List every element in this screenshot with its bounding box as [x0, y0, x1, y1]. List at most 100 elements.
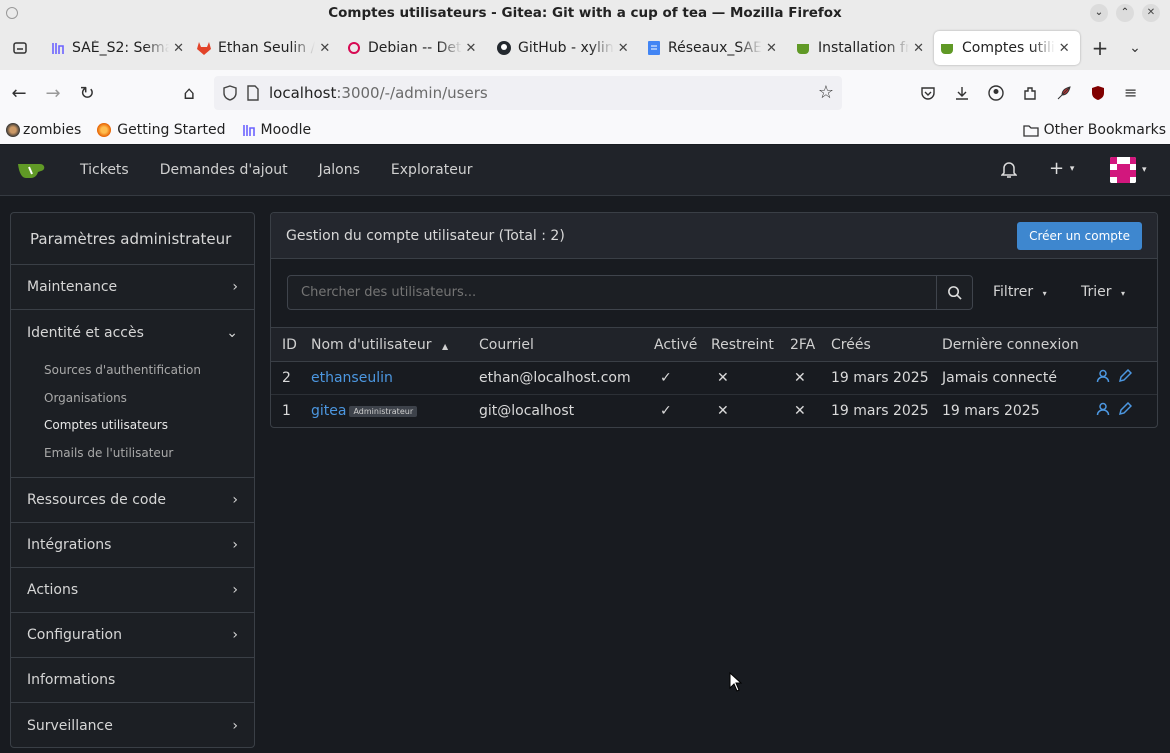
- extensions-icon[interactable]: [1022, 85, 1038, 101]
- tab-debian[interactable]: Debian -- Det ✕: [340, 31, 490, 65]
- impersonate-user-icon[interactable]: [1096, 402, 1110, 416]
- home-icon[interactable]: ⌂: [172, 76, 206, 110]
- create-plus-icon[interactable]: + ▾: [1049, 158, 1074, 179]
- username-cell: gitea Administrateur: [305, 394, 473, 427]
- sidebar-item-label: Maintenance: [27, 279, 118, 295]
- edit-pencil-icon[interactable]: [1118, 369, 1132, 383]
- url-text[interactable]: localhost:3000/-/admin/users: [269, 84, 488, 102]
- close-window-icon[interactable]: ✕: [1142, 4, 1160, 22]
- ublock-icon[interactable]: [1090, 85, 1106, 101]
- window-menu-icon[interactable]: [6, 7, 18, 19]
- url-bar[interactable]: localhost:3000/-/admin/users ☆: [214, 76, 842, 110]
- page-info-icon[interactable]: [246, 85, 260, 101]
- col-created[interactable]: Créés: [825, 327, 936, 362]
- downloads-icon[interactable]: [954, 85, 970, 101]
- bookmark-getting-started[interactable]: Getting Started: [97, 122, 226, 138]
- window-titlebar: Comptes utilisateurs - Gitea: Git with a…: [0, 0, 1170, 26]
- edit-pencil-icon[interactable]: [1118, 402, 1132, 416]
- forward-icon[interactable]: →: [36, 76, 70, 110]
- impersonate-user-icon[interactable]: [1096, 369, 1110, 383]
- sidebar-subitem-user-accounts[interactable]: Comptes utilisateurs: [11, 412, 254, 440]
- gitea-logo-icon[interactable]: [16, 161, 48, 179]
- pocket-icon[interactable]: [920, 85, 936, 101]
- other-bookmarks-label: Other Bookmarks: [1043, 122, 1166, 138]
- nav-tickets[interactable]: Tickets: [80, 162, 129, 178]
- tab-overflow-chevron-icon[interactable]: ⌄: [1120, 40, 1150, 56]
- sidebar-item-actions[interactable]: Actions ›: [11, 568, 254, 613]
- new-tab-icon[interactable]: +: [1080, 36, 1120, 60]
- sidebar-item-configuration[interactable]: Configuration ›: [11, 613, 254, 658]
- reload-icon[interactable]: ↻: [70, 76, 104, 110]
- sort-dropdown[interactable]: Trier ▾: [1081, 275, 1125, 310]
- tab-comptes-utilisateurs[interactable]: Comptes utili ✕: [934, 31, 1080, 65]
- back-icon[interactable]: ←: [2, 76, 36, 110]
- sidebar-subitem-organizations[interactable]: Organisations: [11, 385, 254, 413]
- create-account-button[interactable]: Créer un compte: [1017, 221, 1142, 250]
- notifications-bell-icon[interactable]: [1001, 161, 1017, 179]
- gitea-icon: [796, 40, 812, 56]
- maximize-icon[interactable]: ⌃: [1116, 4, 1134, 22]
- bookmark-moodle[interactable]: Moodle: [242, 122, 311, 138]
- menu-hamburger-icon[interactable]: ≡: [1124, 83, 1137, 102]
- tab-github[interactable]: GitHub - xylin ✕: [490, 31, 640, 65]
- col-email[interactable]: Courriel: [473, 327, 648, 362]
- sidebar-item-informations[interactable]: Informations: [11, 658, 254, 703]
- col-id[interactable]: ID: [271, 327, 305, 362]
- bookmark-zombies[interactable]: zombies: [6, 122, 81, 138]
- col-username[interactable]: Nom d'utilisateur ▲: [305, 327, 473, 362]
- list-all-tabs-icon[interactable]: [0, 26, 40, 70]
- sidebar-item-monitoring[interactable]: Surveillance ›: [11, 703, 254, 748]
- sidebar-item-code-resources[interactable]: Ressources de code ›: [11, 478, 254, 523]
- close-tab-icon[interactable]: ✕: [913, 41, 924, 56]
- sidebar-item-integrations[interactable]: Intégrations ›: [11, 523, 254, 568]
- account-icon[interactable]: [988, 84, 1004, 101]
- nav-explore[interactable]: Explorateur: [391, 162, 473, 178]
- filter-dropdown[interactable]: Filtrer ▾: [993, 275, 1047, 310]
- close-tab-icon[interactable]: ✕: [1059, 41, 1070, 56]
- toolbar-icons: ≡: [920, 83, 1137, 102]
- actions-cell: [1086, 361, 1157, 395]
- col-2fa[interactable]: 2FA: [784, 327, 825, 362]
- bookmark-star-icon[interactable]: ☆: [818, 82, 834, 103]
- username-link[interactable]: ethanseulin: [311, 370, 393, 386]
- sidebar-item-label: Surveillance: [27, 717, 113, 734]
- nav-pull-requests[interactable]: Demandes d'ajout: [160, 162, 288, 178]
- user-id: 1: [271, 394, 305, 427]
- sidebar-subitem-user-emails[interactable]: Emails de l'utilisateur: [11, 440, 254, 468]
- twofa-x-icon: ✕: [784, 394, 825, 427]
- chevron-down-icon: ⌄: [226, 324, 238, 341]
- tab-sae-s2[interactable]: SAÉ_S2: Sema ✕: [44, 31, 190, 65]
- search-input[interactable]: [288, 276, 936, 309]
- tab-label: Installation fr: [818, 40, 910, 56]
- username-link[interactable]: gitea: [311, 403, 346, 419]
- close-tab-icon[interactable]: ✕: [618, 41, 629, 56]
- minimize-icon[interactable]: ⌄: [1090, 4, 1108, 22]
- tab-installation[interactable]: Installation fr ✕: [790, 31, 930, 65]
- col-restricted[interactable]: Restreint: [705, 327, 784, 362]
- sidebar-item-label: Ressources de code: [27, 492, 166, 508]
- tab-label: Comptes utili: [962, 40, 1055, 56]
- nav-milestones[interactable]: Jalons: [319, 162, 360, 178]
- close-tab-icon[interactable]: ✕: [466, 41, 477, 56]
- sidebar-item-identity[interactable]: Identité et accès ⌄: [11, 310, 254, 355]
- sidebar-subitem-auth-sources[interactable]: Sources d'authentification: [11, 357, 254, 385]
- close-tab-icon[interactable]: ✕: [173, 41, 184, 56]
- shield-icon[interactable]: [222, 85, 238, 101]
- tab-gitlab[interactable]: Ethan Seulin / ✕: [190, 31, 340, 65]
- user-avatar-menu[interactable]: ▾: [1110, 157, 1147, 183]
- other-bookmarks[interactable]: Other Bookmarks: [1022, 122, 1166, 138]
- sidebar-item-maintenance[interactable]: Maintenance ›: [11, 265, 254, 310]
- gitlab-icon: [196, 40, 212, 56]
- search-icon[interactable]: [936, 276, 972, 309]
- extension-feather-icon[interactable]: [1056, 85, 1072, 101]
- tab-bar: SAÉ_S2: Sema ✕ Ethan Seulin / ✕ Debian -…: [0, 26, 1170, 70]
- col-active[interactable]: Activé: [648, 327, 705, 362]
- close-tab-icon[interactable]: ✕: [766, 41, 777, 56]
- col-last-login[interactable]: Dernière connexion: [936, 327, 1086, 362]
- tab-reseaux[interactable]: Réseaux_SAE ✕: [640, 31, 790, 65]
- bookmarks-toolbar: zombies Getting Started Moodle Other Boo…: [0, 116, 1170, 144]
- users-table: ID Nom d'utilisateur ▲ Courriel Activé R…: [271, 327, 1157, 427]
- chevron-right-icon: ›: [232, 492, 238, 508]
- tab-label: Réseaux_SAE: [668, 40, 762, 56]
- close-tab-icon[interactable]: ✕: [319, 41, 330, 56]
